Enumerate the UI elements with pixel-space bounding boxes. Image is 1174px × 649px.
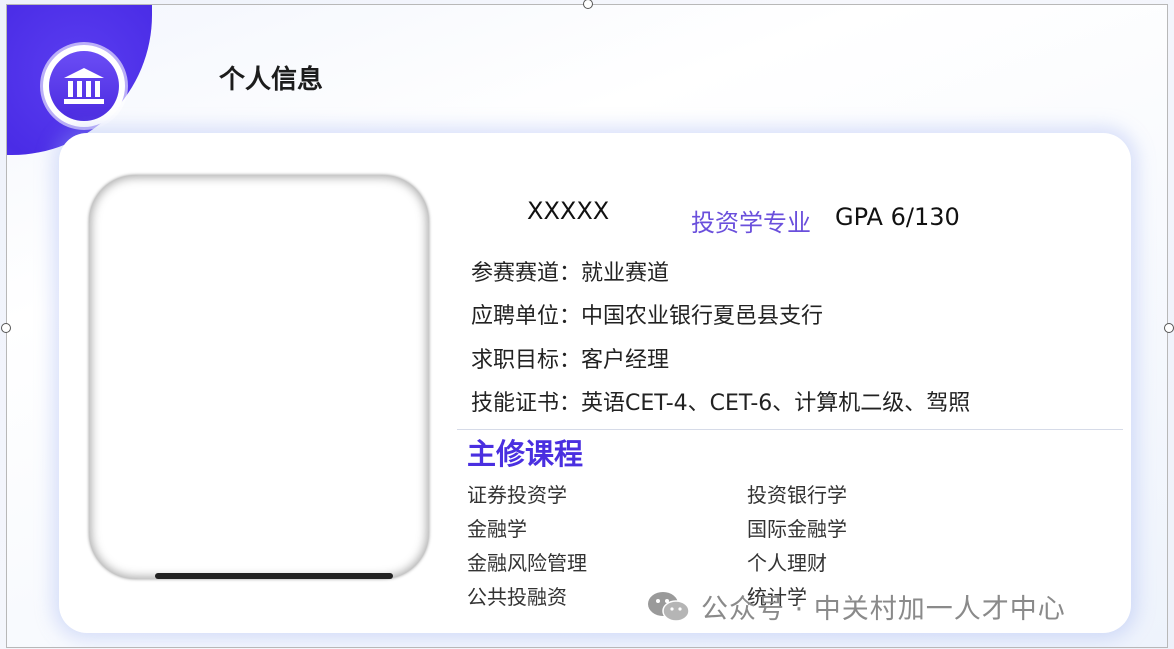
info-label: 参赛赛道： — [471, 261, 582, 286]
bank-icon — [64, 68, 104, 104]
slide[interactable]: 个人信息 XXXXX 投资学专业 GPA 6/130 参赛赛道：就业赛道 应聘单… — [6, 4, 1168, 648]
photo-bottom-bar — [155, 573, 393, 579]
resize-handle-right[interactable] — [1164, 323, 1174, 333]
resize-handle-left[interactable] — [1, 323, 11, 333]
profile-card: XXXXX 投资学专业 GPA 6/130 参赛赛道：就业赛道 应聘单位：中国农… — [59, 133, 1131, 633]
info-value: 中国农业银行夏邑县支行 — [581, 304, 824, 329]
course-item: 金融风险管理 — [467, 551, 587, 575]
wechat-icon — [648, 591, 690, 622]
section-divider — [457, 429, 1123, 430]
course-item: 投资银行学 — [747, 483, 847, 507]
course-item: 个人理财 — [747, 551, 827, 575]
info-value: 就业赛道 — [581, 261, 670, 286]
course-item: 公共投融资 — [467, 585, 567, 609]
info-row-certificates: 技能证书：英语CET-4、CET-6、计算机二级、驾照 — [471, 385, 970, 417]
course-item: 国际金融学 — [747, 517, 847, 541]
photo-placeholder[interactable] — [89, 175, 429, 579]
page-title: 个人信息 — [219, 65, 324, 95]
courses-title: 主修课程 — [467, 437, 584, 471]
course-item: 金融学 — [467, 517, 527, 541]
info-label: 应聘单位： — [471, 304, 582, 329]
candidate-major: 投资学专业 — [691, 209, 811, 237]
candidate-gpa: GPA 6/130 — [835, 203, 960, 231]
candidate-name: XXXXX — [527, 197, 610, 225]
info-value: 客户经理 — [581, 348, 670, 373]
course-item: 证券投资学 — [467, 483, 567, 507]
bank-badge — [43, 45, 125, 127]
watermark-text: 公众号 · 中关村加一人才中心 — [701, 594, 1066, 625]
info-row-employer: 应聘单位：中国农业银行夏邑县支行 — [471, 298, 823, 330]
info-row-track: 参赛赛道：就业赛道 — [471, 255, 669, 287]
info-label: 求职目标： — [471, 348, 582, 373]
info-label: 技能证书： — [471, 391, 582, 416]
watermark: 公众号 · 中关村加一人才中心 — [647, 587, 1066, 626]
info-row-goal: 求职目标：客户经理 — [471, 342, 669, 374]
info-value: 英语CET-4、CET-6、计算机二级、驾照 — [581, 391, 971, 416]
